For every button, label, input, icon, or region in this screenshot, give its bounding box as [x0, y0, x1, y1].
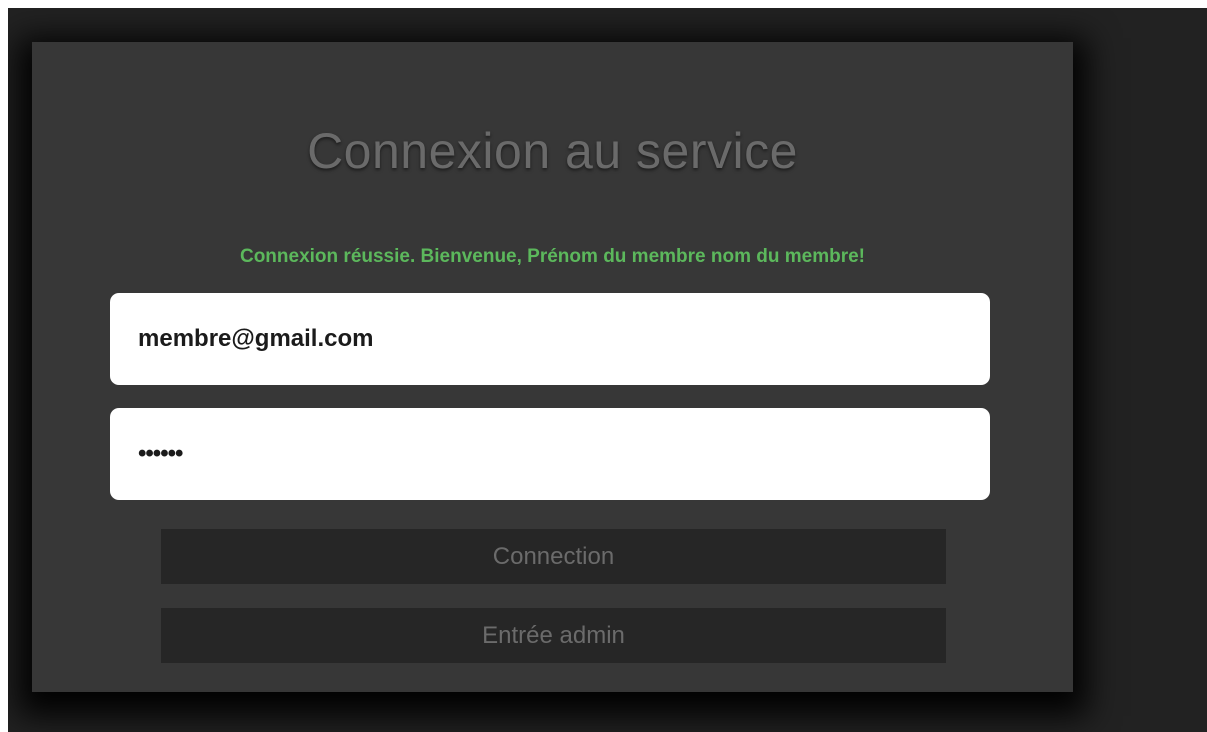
connection-button[interactable]: Connection [161, 529, 946, 584]
page-background: Connexion au service Connexion réussie. … [8, 8, 1207, 732]
page-title: Connexion au service [307, 123, 798, 179]
password-field[interactable]: •••••• [110, 408, 990, 500]
admin-entry-button[interactable]: Entrée admin [161, 608, 946, 663]
email-field[interactable]: membre@gmail.com [110, 293, 990, 385]
login-panel: Connexion au service Connexion réussie. … [32, 42, 1073, 692]
success-message: Connexion réussie. Bienvenue, Prénom du … [239, 246, 866, 267]
